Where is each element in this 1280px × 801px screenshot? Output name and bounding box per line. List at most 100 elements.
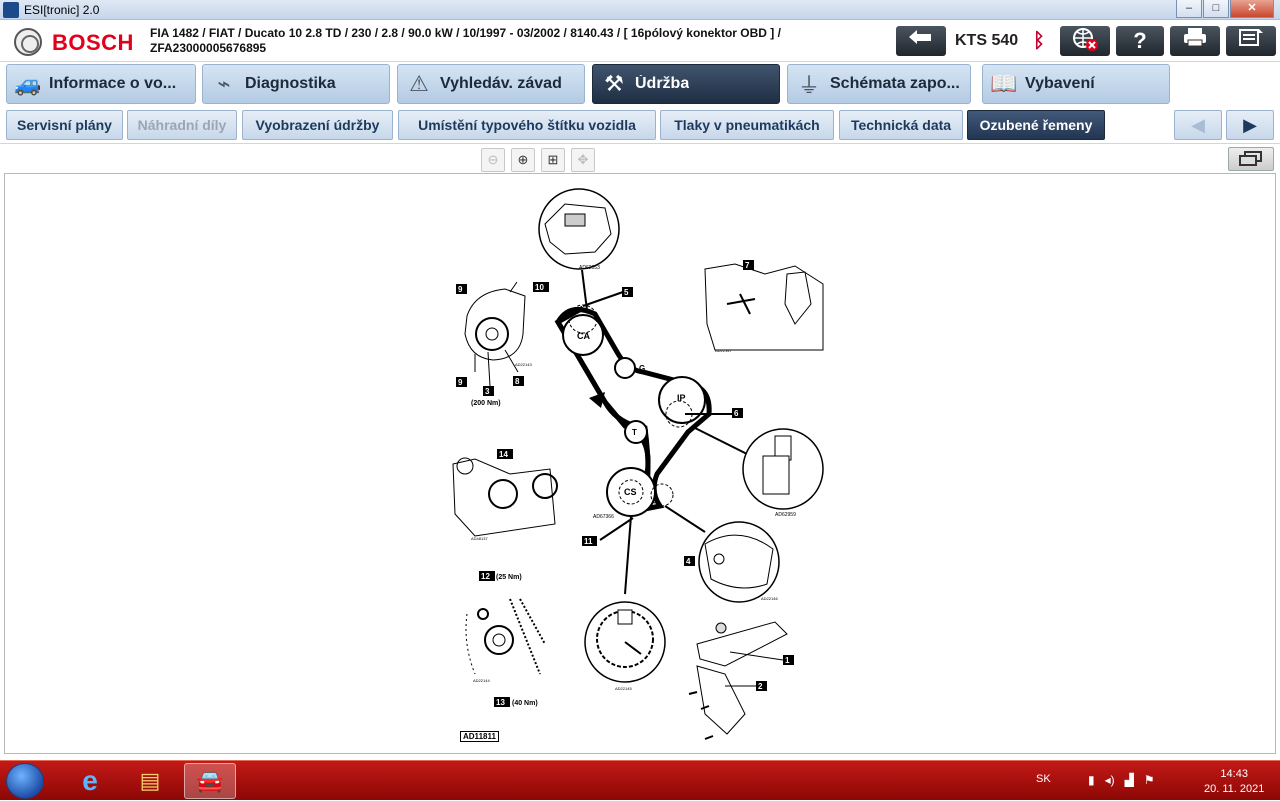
- car-app-icon: 🚘: [196, 768, 224, 793]
- zoom-area-icon: ⊞: [547, 152, 559, 167]
- maximize-button[interactable]: □: [1203, 0, 1229, 18]
- clock-time: 14:43: [1220, 768, 1248, 780]
- ref-12: AD22144: [473, 678, 490, 683]
- ref-pump: AD22143: [515, 362, 532, 367]
- bluetooth-icon[interactable]: ᛒ: [1033, 30, 1045, 53]
- language-indicator[interactable]: SK: [1036, 773, 1051, 785]
- zoom-in-icon: ⊕: [517, 152, 529, 167]
- label-ip: IP: [677, 393, 686, 403]
- detail-camshaft: [538, 188, 620, 270]
- zoom-in-button[interactable]: ⊕: [511, 148, 535, 172]
- image-toolbar: ⊖ ⊕ ⊞ ✥: [0, 143, 1280, 173]
- device-name: KTS 540: [955, 32, 1019, 49]
- online-status-button[interactable]: [1060, 26, 1110, 56]
- label-ca: CA: [577, 331, 590, 341]
- tab-label: Vyhledáv. závad: [440, 75, 562, 92]
- help-button[interactable]: ?: [1116, 26, 1164, 56]
- close-button[interactable]: ✕: [1230, 0, 1274, 18]
- zoom-out-button[interactable]: ⊖: [481, 148, 505, 172]
- esitronic-app-icon: [3, 2, 19, 18]
- subtab-tyre-pressures[interactable]: Tlaky v pneumatikách: [660, 110, 834, 140]
- tab-maintenance[interactable]: ⚒ Údržba: [592, 64, 780, 104]
- tab-diagnostics[interactable]: ⌁ Diagnostika: [202, 64, 390, 104]
- tab-label: Údržba: [635, 75, 690, 92]
- subtab-maintenance-images[interactable]: Vyobrazení údržby: [242, 110, 393, 140]
- vehicle-info-icon: 🚙: [14, 71, 42, 96]
- zoom-out-icon: ⊖: [487, 152, 499, 167]
- detail-engine-block: [704, 263, 824, 351]
- callout-14: 14: [499, 450, 508, 459]
- back-arrow-icon: [909, 30, 931, 44]
- menu-button[interactable]: [1226, 26, 1276, 56]
- callout-12: 12: [481, 572, 490, 581]
- label-t: T: [632, 428, 637, 437]
- tab-fault-search[interactable]: ⚠ Vyhledáv. závad: [397, 64, 585, 104]
- ref-top: AD62053: [579, 265, 600, 271]
- diagram-viewer[interactable]: CA G IP T CS AD67366 AD62053 5 6 AD62959…: [4, 173, 1276, 754]
- vehicle-description: FIA 1482 / FIAT / Ducato 10 2.8 TD / 230…: [150, 26, 781, 40]
- ref-6: AD62959: [775, 512, 796, 518]
- scroll-left-button[interactable]: ◀: [1174, 110, 1222, 140]
- fault-search-icon: ⚠: [409, 71, 429, 96]
- subtab-service-plans[interactable]: Servisní plány: [6, 110, 123, 140]
- maintenance-wrench-icon: ⚒: [604, 71, 624, 96]
- network-icon[interactable]: ▟: [1125, 773, 1134, 787]
- back-button[interactable]: [896, 26, 946, 56]
- main-tab-bar: 🚙 Informace o vo... ⌁ Diagnostika ⚠ Vyhl…: [0, 62, 1280, 106]
- app-window: ESI[tronic] 2.0 – □ ✕ BOSCH FIA 1482 / F…: [0, 0, 1280, 760]
- clock[interactable]: 14:43 20. 11. 2021: [1204, 767, 1264, 797]
- callout-3: 3: [485, 387, 490, 396]
- folder-icon: ▤: [139, 768, 161, 793]
- title-bar: ESI[tronic] 2.0 – □ ✕: [0, 0, 1280, 20]
- scroll-right-button[interactable]: ▶: [1226, 110, 1274, 140]
- torque-25: (25 Nm): [496, 574, 522, 581]
- ie-taskbar-button[interactable]: e: [64, 763, 116, 799]
- restore-window-button[interactable]: [1228, 147, 1274, 171]
- timing-belt-diagram: CA G IP T CS AD67366 AD62053 5 6 AD62959…: [452, 188, 824, 740]
- ref-14: AD48137: [471, 536, 488, 541]
- subtab-technical-data[interactable]: Technická data: [839, 110, 963, 140]
- detail-tensioner-assembly: [452, 457, 558, 537]
- tab-equipment[interactable]: 📖 Vybavení: [982, 64, 1170, 104]
- tab-label: Vybavení: [1025, 75, 1095, 92]
- callout-8: 8: [515, 377, 520, 386]
- subtab-timing-belts[interactable]: Ozubené řemeny: [967, 110, 1105, 140]
- start-button[interactable]: [6, 763, 44, 799]
- internet-explorer-icon: e: [82, 765, 98, 796]
- pan-move-icon: ✥: [577, 152, 589, 167]
- callout-7: 7: [745, 261, 750, 270]
- diagram-code: AD11811: [460, 731, 499, 742]
- callout-1: 1: [785, 656, 790, 665]
- flag-icon[interactable]: ⚑: [1144, 773, 1155, 787]
- minimize-button[interactable]: –: [1176, 0, 1202, 18]
- clock-date: 20. 11. 2021: [1204, 783, 1265, 795]
- tab-label: Informace o vo...: [49, 75, 177, 92]
- subtab-type-plate-location[interactable]: Umístění typového štítku vozidla: [398, 110, 656, 140]
- esitronic-taskbar-button[interactable]: 🚘: [184, 763, 236, 799]
- callout-5: 5: [624, 288, 629, 297]
- wiring-diagram-icon: ⏚: [797, 73, 820, 98]
- tab-vehicle-info[interactable]: 🚙 Informace o vo...: [6, 64, 196, 104]
- callout-6: 6: [734, 409, 739, 418]
- subtab-spare-parts[interactable]: Náhradní díly: [127, 110, 237, 140]
- rotation-arrow: [589, 392, 605, 408]
- pan-button[interactable]: ✥: [571, 148, 595, 172]
- zoom-area-button[interactable]: ⊞: [541, 148, 565, 172]
- volume-icon[interactable]: ◂): [1105, 773, 1115, 787]
- app-header: BOSCH FIA 1482 / FIAT / Ducato 10 2.8 TD…: [0, 20, 1280, 62]
- detail-idler-bolts: [464, 598, 546, 675]
- callout-13: 13: [496, 698, 505, 707]
- detail-water-pump: [464, 281, 526, 387]
- callout-2: 2: [758, 682, 763, 691]
- tab-wiring-diagrams[interactable]: ⏚ Schémata zapo...: [787, 64, 971, 104]
- explorer-taskbar-button[interactable]: ▤: [124, 763, 176, 799]
- idler-g: [614, 357, 636, 379]
- ref-7: AD22147: [715, 348, 732, 353]
- windows-taskbar: e ▤ 🚘 SK ▮ ◂) ▟ ⚑ 14:43 20. 11. 2021: [0, 760, 1280, 800]
- print-button[interactable]: [1170, 26, 1220, 56]
- book-icon: 📖: [990, 71, 1018, 96]
- label-cs: CS: [624, 487, 637, 497]
- battery-icon[interactable]: ▮: [1088, 773, 1095, 787]
- callout-9b: 9: [458, 378, 463, 387]
- restore-window-icon: [1239, 151, 1262, 166]
